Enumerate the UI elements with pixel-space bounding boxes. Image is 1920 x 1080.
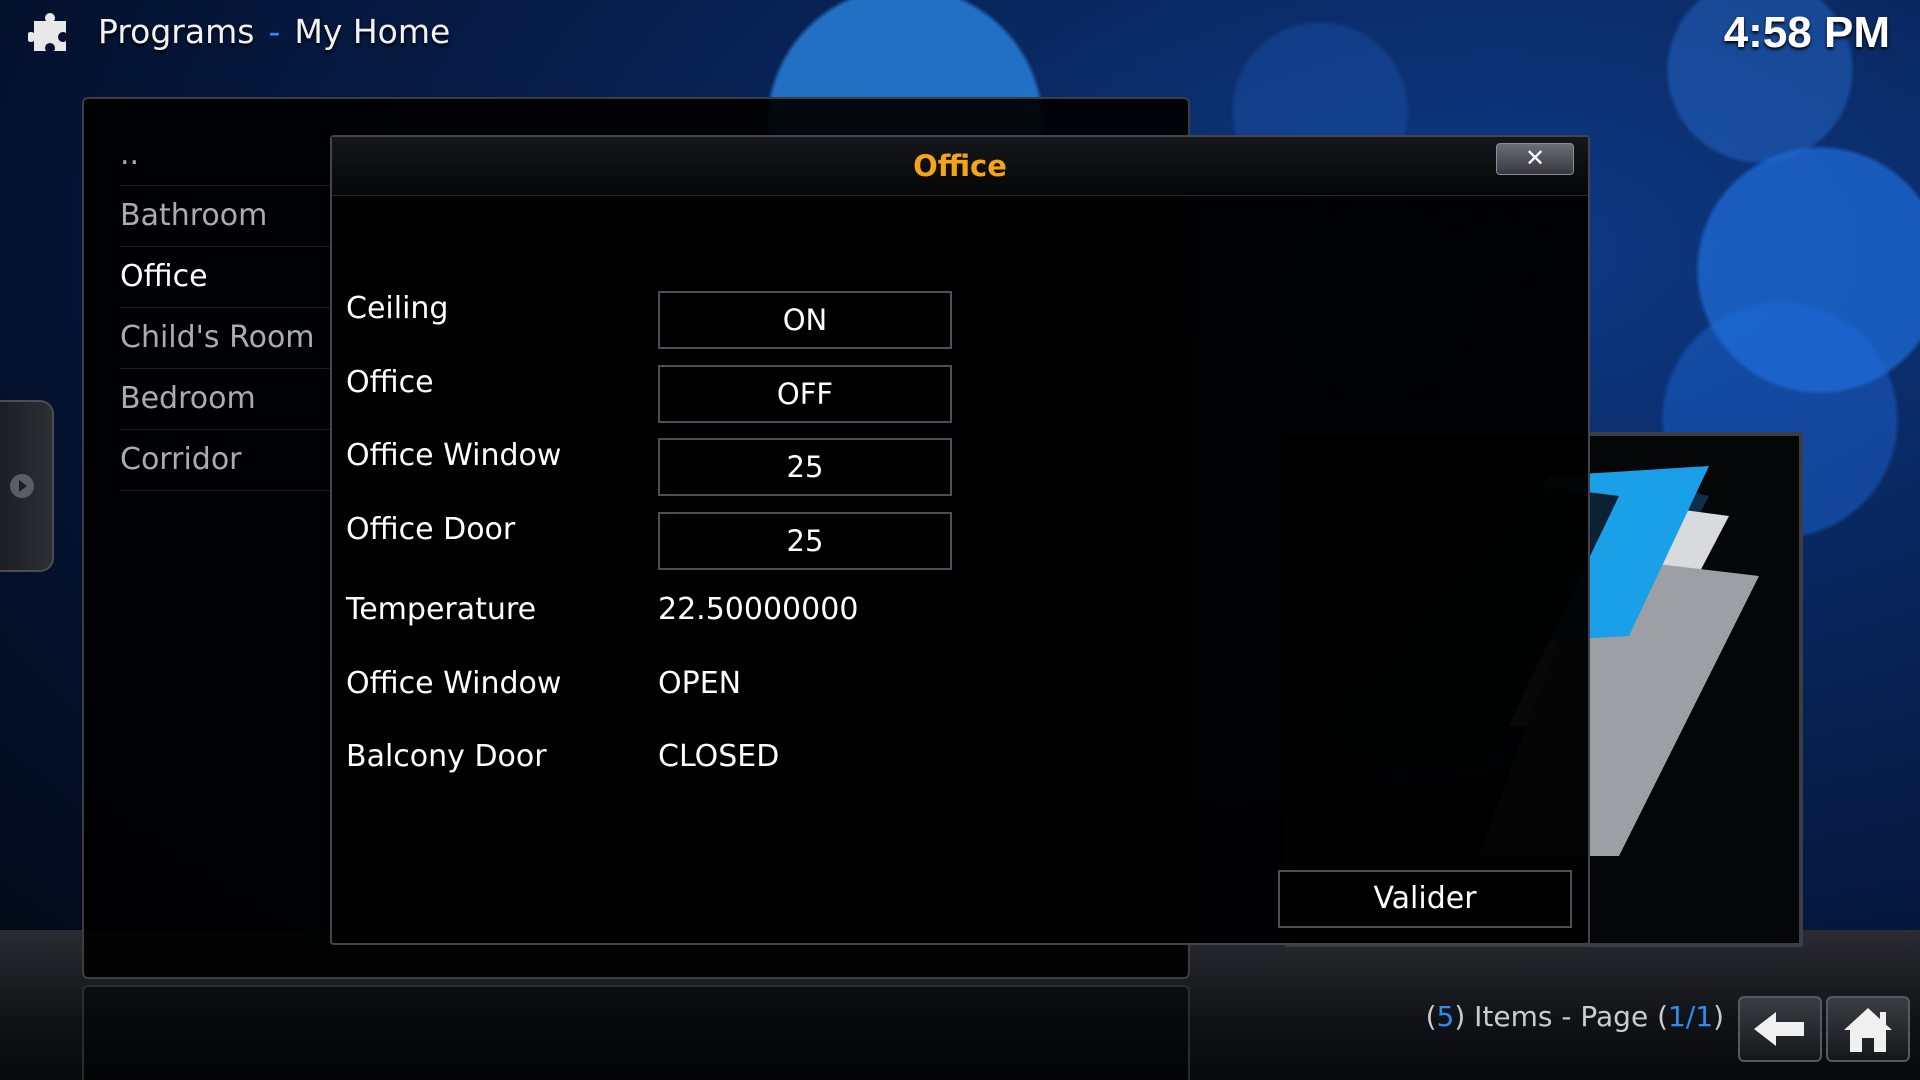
side-menu-arrow-icon[interactable] <box>10 474 34 498</box>
row-office-window: Office Window 25 <box>332 430 1032 496</box>
clock: 4:58 PM <box>1723 8 1890 57</box>
list-item-childs-room[interactable]: Child's Room <box>120 308 330 369</box>
home-icon[interactable] <box>1828 998 1908 1060</box>
office-dialog: Office ✕ Ceiling ON Office OFF Office Wi… <box>330 135 1590 945</box>
count-open: ( <box>1425 1000 1437 1033</box>
list-panel-lower <box>82 985 1190 1080</box>
puzzle-icon <box>28 13 66 51</box>
list-item-office[interactable]: Office <box>120 247 330 308</box>
office-toggle-button[interactable]: OFF <box>658 365 952 423</box>
row-label: Balcony Door <box>346 739 547 774</box>
row-ceiling: Ceiling ON <box>332 283 1032 349</box>
room-list: .. Bathroom Office Child's Room Bedroom … <box>120 125 330 491</box>
side-menu-tab[interactable] <box>0 400 54 572</box>
row-office: Office OFF <box>332 357 1032 423</box>
ceiling-toggle-button[interactable]: ON <box>658 291 952 349</box>
items-page-info: (5) Items - Page (1/1) <box>1426 1000 1724 1033</box>
list-item-bathroom[interactable]: Bathroom <box>120 186 330 247</box>
count-close: ) Items - Page ( <box>1454 1000 1668 1033</box>
office-window-level-button[interactable]: 25 <box>658 438 952 496</box>
kodi-screen: Programs - My Home 4:58 PM .. Bathroom O… <box>0 0 1920 1080</box>
row-label: Office Door <box>346 512 516 547</box>
row-temperature: Temperature 22.50000000 <box>332 582 1032 642</box>
breadcrumb-section: Programs <box>98 11 255 51</box>
row-balcony-door: Balcony Door CLOSED <box>332 729 1032 789</box>
list-item-corridor[interactable]: Corridor <box>120 430 330 491</box>
close-button[interactable]: ✕ <box>1496 143 1574 175</box>
home-button[interactable] <box>1826 996 1910 1062</box>
list-item-bedroom[interactable]: Bedroom <box>120 369 330 430</box>
temperature-value: 22.50000000 <box>658 592 859 627</box>
breadcrumb-separator: - <box>268 11 281 51</box>
row-label: Office <box>346 365 434 400</box>
row-office-window-status: Office Window OPEN <box>332 656 1032 716</box>
back-button[interactable] <box>1738 996 1822 1062</box>
close-icon[interactable]: ✕ <box>1525 144 1545 172</box>
dialog-title: Office <box>913 149 1007 183</box>
page-number: 1/1 <box>1668 1000 1714 1033</box>
page-close: ) <box>1713 1000 1724 1033</box>
list-item-parent[interactable]: .. <box>120 125 330 186</box>
back-arrow-icon[interactable] <box>1740 998 1820 1060</box>
header: Programs - My Home <box>28 6 450 56</box>
row-label: Office Window <box>346 438 562 473</box>
balcony-door-status: CLOSED <box>658 739 780 774</box>
office-door-level-button[interactable]: 25 <box>658 512 952 570</box>
row-office-door: Office Door 25 <box>332 504 1032 570</box>
row-label: Temperature <box>346 592 537 627</box>
row-label: Ceiling <box>346 291 449 326</box>
office-window-status: OPEN <box>658 666 742 701</box>
validate-button[interactable]: Valider <box>1278 870 1572 928</box>
row-label: Office Window <box>346 666 562 701</box>
item-count: 5 <box>1436 1000 1455 1033</box>
breadcrumb-title: My Home <box>294 11 451 51</box>
